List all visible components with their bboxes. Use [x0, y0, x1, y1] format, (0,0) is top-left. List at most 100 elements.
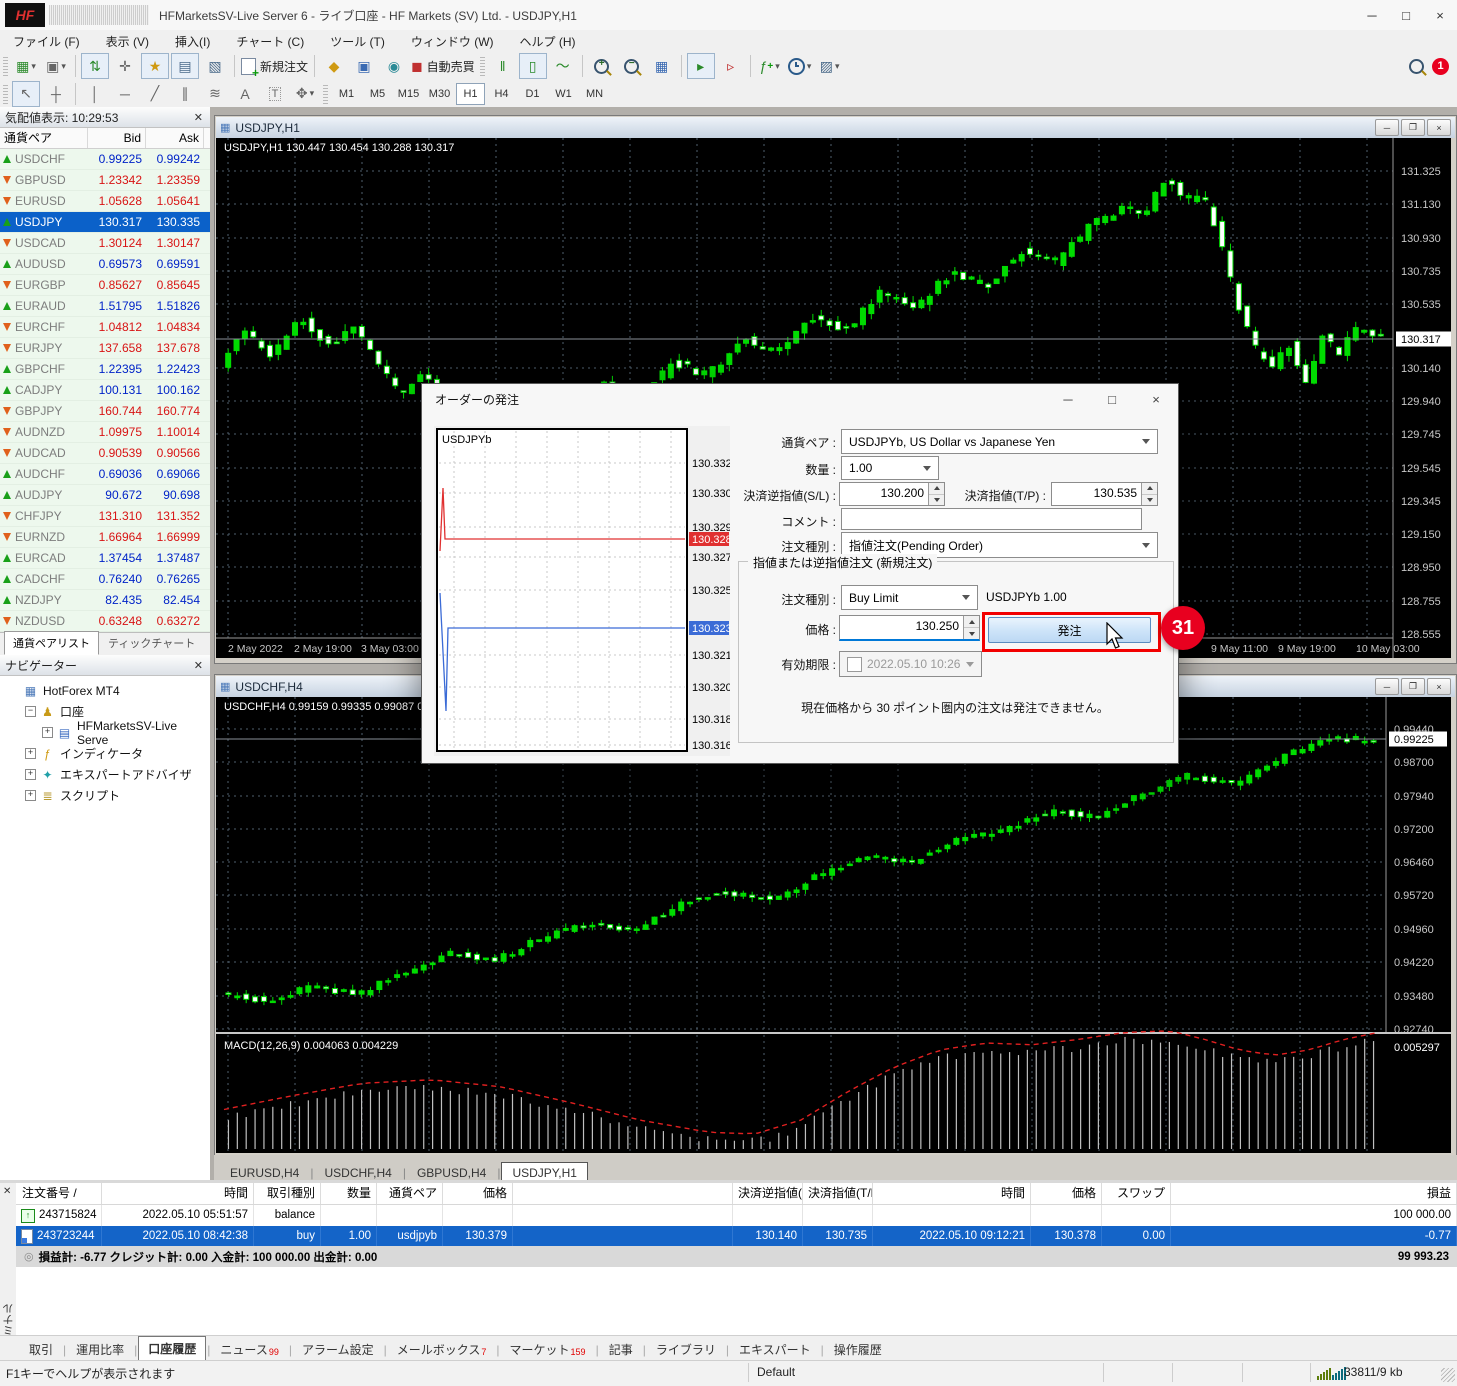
terminal-toggle[interactable]: ▤ [171, 53, 199, 79]
timeframe-m15[interactable]: M15 [394, 83, 423, 105]
expiry-checkbox[interactable] [847, 656, 862, 672]
market-watch-row[interactable]: EURGBP 0.85627 0.85645 [0, 275, 210, 296]
maximize-button[interactable]: □ [1389, 3, 1423, 27]
menu-item-4[interactable]: ツール (T) [317, 30, 398, 52]
community-button[interactable]: ▣ [350, 53, 378, 79]
market-watch-row[interactable]: AUDJPY 90.672 90.698 [0, 485, 210, 506]
timeframe-m1[interactable]: M1 [332, 83, 361, 105]
market-watch-row[interactable]: GBPUSD 1.23342 1.23359 [0, 170, 210, 191]
terminal-tab-3[interactable]: ニュース 99 [211, 1338, 287, 1361]
label-tool[interactable]: T [261, 81, 289, 107]
column-header[interactable]: 損益 [1171, 1183, 1457, 1204]
close-button[interactable]: × [1423, 3, 1457, 27]
volume-select[interactable]: 1.00 [841, 456, 939, 480]
zoom-out-button[interactable]: − [618, 53, 646, 79]
timeframe-h1[interactable]: H1 [456, 82, 485, 105]
column-ask[interactable]: Ask [146, 128, 204, 148]
symbol-select[interactable]: USDJPYb, US Dollar vs Japanese Yen [841, 429, 1158, 454]
column-symbol[interactable]: 通貨ペア [0, 128, 88, 148]
timeframe-w1[interactable]: W1 [549, 83, 578, 105]
notification-badge[interactable]: 1 [1432, 57, 1449, 75]
expand-plus-icon[interactable]: + [25, 790, 36, 801]
strategy-tester-button[interactable]: ▧ [201, 53, 229, 79]
timeframe-mn[interactable]: MN [580, 83, 609, 105]
navigator-item[interactable]: + ✦ エキスパートアドバイザ [0, 764, 210, 785]
market-watch-row[interactable]: EURJPY 137.658 137.678 [0, 338, 210, 359]
chart2-minimize-button[interactable]: ─ [1375, 678, 1399, 695]
navigator-item[interactable]: ▦ HotForex MT4 [0, 680, 210, 701]
column-header[interactable]: 注文番号 / [16, 1183, 102, 1204]
candlestick-button[interactable]: ▯ [518, 53, 547, 79]
menu-item-6[interactable]: ヘルプ (H) [507, 30, 589, 52]
column-header[interactable] [513, 1183, 733, 1204]
navigator-close-icon[interactable]: ✕ [192, 659, 205, 672]
market-watch-row[interactable]: EURCAD 1.37454 1.37487 [0, 548, 210, 569]
chart2-close-button[interactable]: × [1427, 678, 1451, 695]
market-watch-row[interactable]: CHFJPY 131.310 131.352 [0, 506, 210, 527]
market-watch-row[interactable]: EURNZD 1.66964 1.66999 [0, 527, 210, 548]
navigator-item[interactable]: + ≣ スクリプト [0, 785, 210, 806]
column-header[interactable]: 決済逆指値(S... [733, 1183, 803, 1204]
table-row[interactable]: ↑ 243715824 2022.05.10 05:51:57 balance 100 … [16, 1205, 1457, 1226]
profiles-button[interactable]: ▣ ▾ [42, 53, 70, 79]
chart1-close-button[interactable]: × [1427, 119, 1451, 136]
market-watch-row[interactable]: AUDCAD 0.90539 0.90566 [0, 443, 210, 464]
column-header[interactable]: 数量 [321, 1183, 377, 1204]
chart2-restore-button[interactable]: ❐ [1401, 678, 1425, 695]
market-watch-row[interactable]: GBPCHF 1.22395 1.22423 [0, 359, 210, 380]
market-watch-row[interactable]: AUDCHF 0.69036 0.69066 [0, 464, 210, 485]
dialog-close-button[interactable]: × [1134, 384, 1178, 414]
market-watch-row[interactable]: USDJPY 130.317 130.335 [0, 212, 210, 233]
metaeditor-button[interactable]: ◆ [320, 53, 348, 79]
terminal-close-icon[interactable]: ✕ [3, 1186, 11, 1197]
new-order-button[interactable]: 新規注文 [240, 53, 309, 80]
cursor-tool[interactable]: ↖ [12, 80, 40, 107]
terminal-tab-9[interactable]: エキスパート [730, 1338, 820, 1361]
market-watch-row[interactable]: USDCAD 1.30124 1.30147 [0, 233, 210, 254]
status-profile[interactable]: Default [757, 1365, 795, 1379]
terminal-tab-1[interactable]: 運用比率 [67, 1338, 133, 1361]
minimize-button[interactable]: ─ [1355, 3, 1389, 27]
column-header[interactable]: スワップ [1102, 1183, 1171, 1204]
column-header[interactable]: 時間 [873, 1183, 1031, 1204]
column-header[interactable]: 取引種別 [254, 1183, 321, 1204]
search-icon[interactable] [1409, 58, 1424, 74]
auto-scroll-button[interactable]: ▸ [686, 53, 715, 79]
dialog-maximize-button[interactable]: □ [1090, 384, 1134, 414]
price-input[interactable]: 130.250 [839, 615, 980, 641]
terminal-tab-7[interactable]: 記事 [600, 1338, 642, 1361]
chart1-minimize-button[interactable]: ─ [1375, 119, 1399, 136]
market-watch-row[interactable]: NZDJPY 82.435 82.454 [0, 590, 210, 611]
hline-tool[interactable]: ─ [111, 81, 139, 107]
market-watch-row[interactable]: AUDNZD 1.09975 1.10014 [0, 422, 210, 443]
table-row[interactable]: 243723244 2022.05.10 08:42:38 buy 1.00 usdjp… [16, 1226, 1457, 1247]
bar-chart-button[interactable]: ‖ [489, 53, 517, 79]
comment-input[interactable] [841, 508, 1142, 530]
timeframe-m30[interactable]: M30 [425, 83, 454, 105]
market-watch-row[interactable]: USDCHF 0.99225 0.99242 [0, 149, 210, 170]
market-watch-row[interactable]: CADJPY 100.131 100.162 [0, 380, 210, 401]
terminal-tab-8[interactable]: ライブラリ [647, 1338, 725, 1361]
terminal-tab-4[interactable]: アラーム設定 [293, 1338, 383, 1361]
timeframe-d1[interactable]: D1 [518, 83, 547, 105]
zoom-in-button[interactable]: + [588, 53, 616, 79]
column-bid[interactable]: Bid [88, 128, 146, 148]
dialog-minimize-button[interactable]: ─ [1046, 384, 1090, 414]
menu-item-1[interactable]: 表示 (V) [93, 30, 162, 52]
column-header[interactable]: 決済指値(T/P) [803, 1183, 873, 1204]
expand-plus-icon[interactable]: + [42, 727, 53, 738]
terminal-tab-6[interactable]: マーケット 159 [501, 1338, 595, 1361]
trendline-tool[interactable]: ╱ [141, 81, 169, 107]
tile-windows-button[interactable]: ▦ [648, 53, 676, 79]
market-watch-row[interactable]: AUDUSD 0.69573 0.69591 [0, 254, 210, 275]
take-profit-spinner[interactable] [1141, 483, 1157, 505]
menu-item-0[interactable]: ファイル (F) [0, 30, 93, 52]
pending-type-select[interactable]: Buy Limit [841, 585, 978, 610]
menu-item-3[interactable]: チャート (C) [223, 30, 317, 52]
terminal-tab-2[interactable]: 口座履歴 [138, 1336, 207, 1361]
signals-button[interactable]: ◉ [380, 53, 408, 79]
price-spinner[interactable] [963, 616, 979, 639]
chart1-restore-button[interactable]: ❐ [1401, 119, 1425, 136]
column-header[interactable]: 時間 [102, 1183, 254, 1204]
terminal-tab-5[interactable]: メールボックス 7 [388, 1338, 496, 1361]
